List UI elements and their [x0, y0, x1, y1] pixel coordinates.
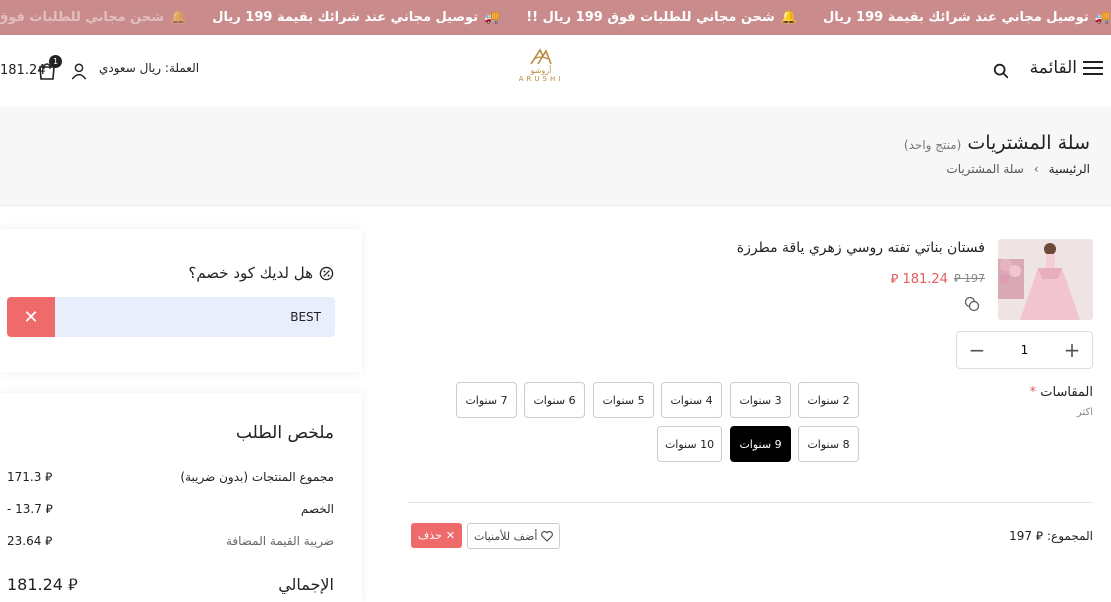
currency-selector[interactable]: العملة: ريال سعودي — [99, 61, 199, 75]
announcement-text: توصيل مجاني عند شرائك بقيمة 199 ريال — [212, 10, 479, 25]
size-option[interactable]: 7 سنوات — [456, 382, 517, 418]
summary-label: ضريبة القيمة المضافة — [225, 534, 334, 548]
announcement-track: 🚚 توصيل مجاني عند شرائك بقيمة 199 ريال 🔔… — [0, 0, 1111, 35]
sizes-label-text: المقاسات — [1040, 385, 1093, 400]
size-option[interactable]: 4 سنوات — [661, 382, 722, 418]
summary-row-subtotal: مجموع المنتجات (بدون ضريبة) 171.3 ⃁ — [7, 470, 334, 485]
logo-text-english: ARUSHI — [518, 75, 564, 83]
heart-icon — [541, 530, 554, 542]
hamburger-icon — [1083, 61, 1103, 75]
site-logo[interactable]: أروشو ARUSHI — [511, 48, 571, 94]
line-total-label: المجموع: — [1046, 529, 1093, 543]
summary-value: 23.64 ⃁ — [7, 534, 53, 548]
summary-row-vat: ضريبة القيمة المضافة 23.64 ⃁ — [7, 534, 334, 549]
delete-item-button[interactable]: ✕ حذف — [411, 523, 462, 548]
delete-label: حذف — [417, 529, 442, 542]
announcement-item: 🔔 شحن مجاني للطلبات فوق 199 ريال !! — [526, 10, 797, 25]
page-title: سلة المشتريات (منتج واحد) — [904, 132, 1090, 154]
menu-button[interactable]: القائمة — [1030, 58, 1103, 78]
announcement-item: 🚚 توصيل مجاني عند شرائك بقيمة 199 ريال — [212, 10, 500, 25]
page-header-band: سلة المشتريات (منتج واحد) الرئيسية › سلة… — [0, 107, 1111, 206]
logo-mark-icon — [530, 48, 552, 65]
product-name[interactable]: فستان بناتي تفته روسي زهري ياقة مطرزة — [737, 240, 985, 256]
product-image[interactable] — [998, 239, 1093, 320]
breadcrumb-home[interactable]: الرئيسية — [1049, 162, 1090, 176]
search-icon[interactable] — [992, 62, 1010, 80]
announcement-item: 🚚 توصيل مجاني عند شرائك بقيمة 199 ريال — [823, 10, 1111, 25]
bell-icon: 🔔 — [170, 10, 187, 25]
cart-item-count: (منتج واحد) — [903, 138, 962, 152]
add-to-wishlist-button[interactable]: أضف للأمنيات — [467, 523, 561, 549]
announcement-item: 🔔 شحن مجاني للطلبات فوق 199 ريال — [0, 10, 186, 25]
line-total: المجموع: 197 ⃁ — [1009, 529, 1093, 544]
bell-icon: 🔔 — [780, 10, 797, 25]
product-sale-price: 181.24 ⃁ — [890, 272, 948, 287]
quantity-input[interactable] — [1004, 343, 1045, 357]
page-title-text: سلة المشتريات — [967, 132, 1090, 154]
cart-total: 181.24 — [0, 63, 46, 78]
product-old-price: 197 ⃁ — [953, 271, 985, 285]
menu-label: القائمة — [1029, 58, 1077, 78]
size-option-selected[interactable]: 9 سنوات — [730, 426, 791, 462]
size-option[interactable]: 8 سنوات — [798, 426, 859, 462]
announcement-bar: 🚚 توصيل مجاني عند شرائك بقيمة 199 ريال 🔔… — [0, 0, 1111, 35]
quantity-decrease-button[interactable]: − — [965, 340, 989, 360]
sizes-label: المقاسات * — [1030, 385, 1093, 400]
cart-count-badge: 1 — [49, 55, 62, 68]
announcement-text: توصيل مجاني عند شرائك بقيمة 199 ريال — [822, 10, 1089, 25]
coupon-title: هل لديك كود خصم؟ — [188, 264, 334, 282]
required-marker: * — [1029, 385, 1037, 400]
summary-total-label: الإجمالي — [278, 575, 334, 594]
truck-icon: 🚚 — [1094, 10, 1111, 25]
order-summary-card: ملخص الطلب مجموع المنتجات (بدون ضريبة) 1… — [0, 393, 362, 602]
summary-label: مجموع المنتجات (بدون ضريبة) — [180, 470, 334, 484]
quantity-increase-button[interactable]: + — [1060, 340, 1084, 360]
summary-title: ملخص الطلب — [235, 423, 334, 443]
size-option[interactable]: 3 سنوات — [730, 382, 791, 418]
coupon-input[interactable] — [55, 297, 335, 337]
summary-total-value: 181.24 ⃁ — [7, 575, 78, 594]
breadcrumb-separator: › — [1033, 162, 1039, 176]
truck-icon: 🚚 — [484, 10, 501, 25]
summary-row-discount: الخصم - 13.7 ⃁ — [7, 502, 334, 517]
sizes-hint: اكتر — [1076, 407, 1093, 418]
product-price: 197 ⃁ 181.24 ⃁ — [890, 270, 985, 288]
breadcrumb: الرئيسية › سلة المشتريات — [946, 162, 1090, 176]
coupon-field: ✕ — [7, 297, 335, 337]
user-icon[interactable] — [70, 62, 88, 80]
coupon-remove-button[interactable]: ✕ — [7, 297, 55, 337]
wishlist-label: أضف للأمنيات — [474, 529, 538, 543]
divider — [407, 502, 1093, 503]
size-option[interactable]: 6 سنوات — [524, 382, 585, 418]
announcement-text: شحن مجاني للطلبات فوق 199 ريال !! — [526, 10, 775, 25]
summary-value: 171.3 ⃁ — [7, 470, 53, 484]
discount-icon — [319, 266, 334, 280]
close-icon: ✕ — [445, 529, 456, 542]
logo-text-arabic: أروشو — [530, 66, 552, 75]
coupon-card: هل لديك كود خصم؟ ✕ — [0, 229, 362, 372]
breadcrumb-current: سلة المشتريات — [946, 162, 1024, 176]
line-total-value: 197 ⃁ — [1009, 529, 1043, 543]
quantity-stepper: − + — [956, 331, 1093, 369]
coupon-title-text: هل لديك كود خصم؟ — [188, 264, 313, 282]
summary-label: الخصم — [300, 502, 334, 516]
site-header: القائمة أروشو ARUSHI العملة: ريال سعودي … — [0, 35, 1111, 107]
coins-icon — [964, 296, 980, 312]
size-option[interactable]: 10 سنوات — [657, 426, 722, 462]
summary-value: - 13.7 ⃁ — [7, 502, 53, 516]
size-option[interactable]: 2 سنوات — [798, 382, 859, 418]
announcement-text: شحن مجاني للطلبات فوق 199 ريال — [0, 10, 165, 25]
size-option[interactable]: 5 سنوات — [593, 382, 654, 418]
summary-row-total: الإجمالي 181.24 ⃁ — [7, 575, 334, 595]
